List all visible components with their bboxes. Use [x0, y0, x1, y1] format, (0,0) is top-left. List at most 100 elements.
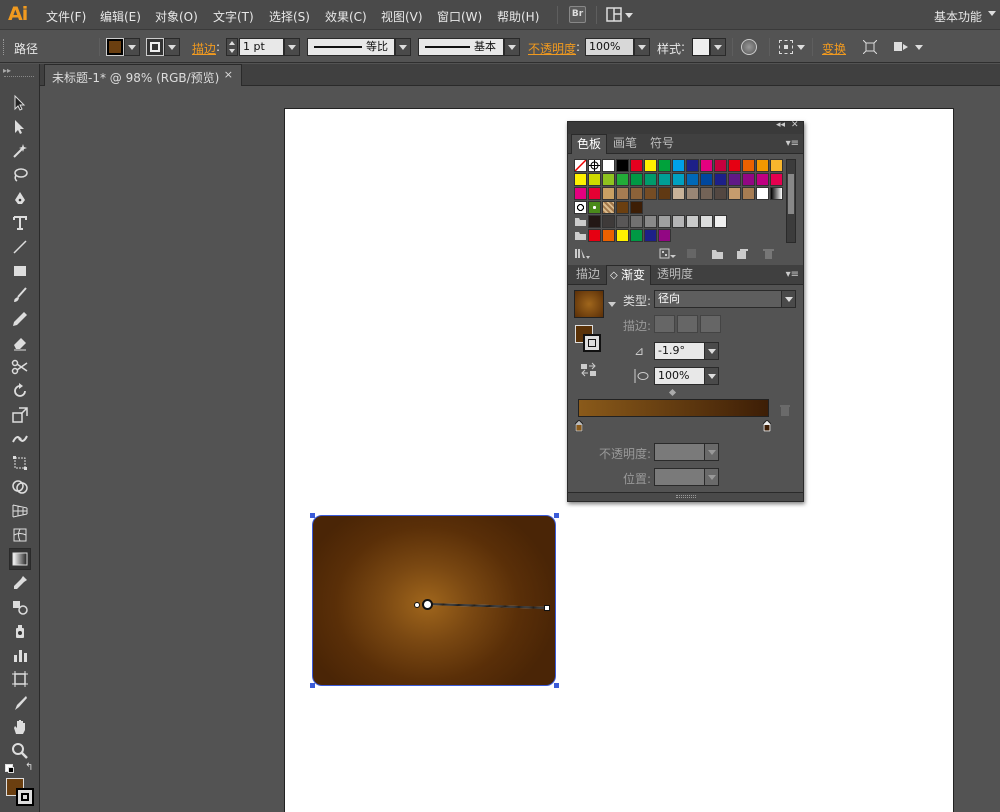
swatch[interactable] — [686, 215, 699, 228]
swatch[interactable] — [630, 173, 643, 186]
swatch[interactable] — [700, 159, 713, 172]
panel-menu-icon[interactable]: ▾≡ — [786, 138, 799, 149]
paintbrush-tool[interactable] — [9, 284, 31, 306]
opacity-dropdown[interactable] — [634, 38, 650, 56]
gradient-stroke-swatch[interactable] — [583, 334, 601, 352]
gradient-thumbnail[interactable] — [574, 290, 604, 318]
pencil-tool[interactable] — [9, 308, 31, 330]
swatch[interactable] — [616, 201, 629, 214]
swatch[interactable] — [644, 215, 657, 228]
rotate-tool[interactable] — [9, 380, 31, 402]
gradient-tool[interactable] — [9, 548, 31, 570]
gradient-angle-input[interactable]: -1.9° — [654, 342, 705, 360]
tab-transparency[interactable]: 透明度 — [652, 265, 698, 285]
panel-resize-grip[interactable] — [568, 492, 803, 501]
angle-dropdown[interactable] — [704, 342, 719, 360]
swatch[interactable] — [602, 215, 615, 228]
panel-options-icon[interactable] — [893, 40, 909, 54]
menu-select[interactable]: 选择(S) — [269, 8, 310, 25]
swatch[interactable] — [616, 229, 629, 242]
tab-symbols[interactable]: 符号 — [645, 134, 679, 154]
delete-stop-icon[interactable] — [780, 404, 790, 416]
swatch[interactable] — [602, 159, 615, 172]
swatch[interactable] — [602, 187, 615, 200]
workspace-switcher[interactable]: 基本功能 — [934, 8, 982, 25]
swatch[interactable] — [644, 187, 657, 200]
swatch[interactable] — [588, 229, 601, 242]
swatch[interactable] — [630, 201, 643, 214]
gradient-rectangle[interactable] — [312, 515, 556, 686]
new-color-group-icon[interactable] — [712, 250, 723, 259]
swatch[interactable] — [770, 159, 783, 172]
gradient-origin-handle[interactable] — [422, 599, 433, 610]
gradient-midpoint-diamond[interactable] — [668, 388, 677, 397]
rectangle-tool[interactable] — [9, 260, 31, 282]
isolate-object-icon[interactable] — [862, 39, 878, 55]
swatch-options-icon[interactable] — [687, 249, 696, 258]
menu-window[interactable]: 窗口(W) — [437, 8, 482, 25]
swatch-group-folder-icon[interactable] — [574, 229, 587, 242]
tab-stroke[interactable]: 描边 — [571, 265, 605, 285]
blend-tool[interactable] — [9, 596, 31, 618]
chevron-down-icon[interactable] — [915, 45, 923, 50]
swatch[interactable] — [602, 229, 615, 242]
swatch[interactable] — [644, 173, 657, 186]
selection-tool[interactable] — [9, 92, 31, 114]
panel-menu-icon[interactable]: ▾≡ — [786, 269, 799, 280]
symbol-sprayer-tool[interactable] — [9, 620, 31, 642]
chevron-down-icon[interactable] — [608, 302, 616, 307]
eyedropper-tool[interactable] — [9, 572, 31, 594]
swatch[interactable] — [756, 187, 769, 200]
scale-tool[interactable] — [9, 404, 31, 426]
opacity-label[interactable]: 不透明度 — [528, 40, 576, 57]
close-icon[interactable]: ✕ — [791, 120, 799, 130]
pen-tool[interactable] — [9, 188, 31, 210]
swatch[interactable] — [644, 229, 657, 242]
free-transform-tool[interactable] — [9, 452, 31, 474]
swatch[interactable] — [714, 159, 727, 172]
delete-swatch-icon[interactable] — [763, 249, 774, 259]
swatch[interactable] — [672, 215, 685, 228]
anchor-point[interactable] — [554, 683, 559, 688]
swatch[interactable] — [644, 159, 657, 172]
gradient-stop-end[interactable] — [762, 419, 772, 433]
swatch[interactable] — [658, 187, 671, 200]
scissors-tool[interactable] — [9, 356, 31, 378]
panel-titlebar[interactable]: ◂◂ ✕ — [568, 120, 803, 134]
graphic-style-swatch[interactable] — [692, 38, 710, 56]
swatch[interactable] — [686, 159, 699, 172]
swatch[interactable] — [658, 229, 671, 242]
anchor-point[interactable] — [310, 683, 315, 688]
arrange-documents-button[interactable] — [606, 6, 634, 24]
variable-width-profile[interactable]: 等比 — [307, 38, 395, 56]
toolbar-collapse-icon[interactable]: ▸▸ — [3, 66, 11, 75]
blob-brush-tool[interactable] — [9, 332, 31, 354]
swatch[interactable] — [700, 215, 713, 228]
swatch[interactable] — [756, 159, 769, 172]
swatch-none[interactable] — [574, 159, 587, 172]
menu-effect[interactable]: 效果(C) — [325, 8, 367, 25]
swatch-registration[interactable] — [588, 159, 601, 172]
menu-view[interactable]: 视图(V) — [381, 8, 423, 25]
gradient-type-select[interactable]: 径向 — [654, 290, 783, 308]
gradient-aspect-input[interactable]: 100% — [654, 367, 705, 385]
swap-colors-icon[interactable]: ↰ — [25, 762, 33, 773]
swatch[interactable] — [728, 159, 741, 172]
menu-edit[interactable]: 编辑(E) — [100, 8, 141, 25]
stroke-weight-stepper[interactable] — [226, 38, 238, 56]
swatch[interactable] — [728, 173, 741, 186]
stroke-weight-dropdown[interactable] — [284, 38, 300, 56]
gradient-stop-start[interactable] — [574, 419, 584, 433]
swatch[interactable] — [714, 187, 727, 200]
swatch-pattern[interactable] — [574, 201, 587, 214]
swatch[interactable] — [630, 229, 643, 242]
artboard-tool[interactable] — [9, 668, 31, 690]
swatch-gradient[interactable] — [770, 187, 783, 200]
collapse-panel-icon[interactable]: ◂◂ — [776, 120, 785, 130]
swatch[interactable] — [686, 187, 699, 200]
graphic-style-dropdown[interactable] — [710, 38, 726, 56]
tab-brushes[interactable]: 画笔 — [608, 134, 642, 154]
menu-object[interactable]: 对象(O) — [155, 8, 198, 25]
type-tool[interactable] — [9, 212, 31, 234]
fill-swatch[interactable] — [106, 38, 124, 56]
